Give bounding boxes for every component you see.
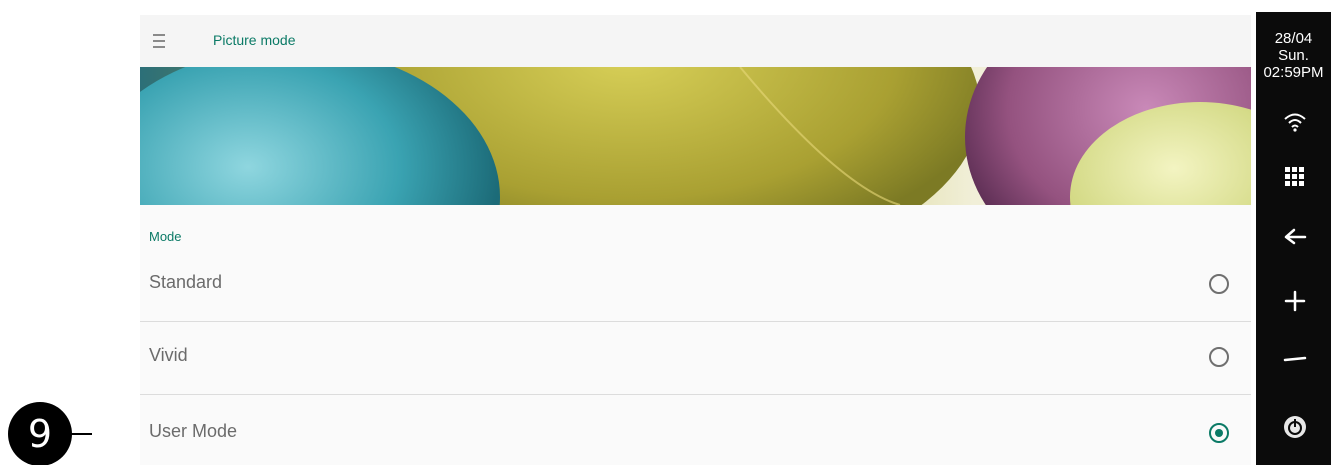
top-bar: Picture mode: [140, 15, 1251, 67]
radio-button-icon[interactable]: [1209, 347, 1229, 367]
mode-option-standard[interactable]: Standard: [140, 248, 1251, 322]
menu-icon[interactable]: [153, 34, 165, 48]
status-datetime: 28/04 Sun. 02:59PM: [1256, 30, 1331, 81]
status-date: 28/04: [1274, 30, 1313, 47]
status-time: 02:59PM: [1263, 64, 1324, 81]
mode-option-label: Standard: [149, 272, 223, 292]
callout-number: 9: [28, 412, 52, 456]
mode-option-label: User Mode: [149, 421, 238, 441]
mode-section-label: Mode: [149, 229, 182, 244]
back-icon[interactable]: [1282, 224, 1308, 250]
volume-down-icon[interactable]: [1282, 346, 1308, 372]
hero-image: [140, 67, 1251, 205]
page-title: Picture mode: [213, 32, 296, 48]
callout-marker: 9: [8, 402, 92, 465]
radio-button-selected-icon[interactable]: [1209, 423, 1229, 443]
power-icon[interactable]: [1282, 414, 1308, 440]
apps-icon[interactable]: [1282, 163, 1308, 189]
status-day: Sun.: [1278, 47, 1309, 64]
picture-mode-panel: Picture mode Mode Standard Vivid User Mo…: [140, 15, 1251, 465]
mode-option-label: Vivid: [149, 345, 188, 365]
radio-button-icon[interactable]: [1209, 274, 1229, 294]
mode-option-user-mode[interactable]: User Mode: [140, 397, 1251, 471]
divider: [140, 394, 1251, 395]
mode-option-vivid[interactable]: Vivid: [140, 321, 1251, 395]
system-sidebar: 28/04 Sun. 02:59PM: [1256, 12, 1331, 465]
wifi-icon[interactable]: [1282, 108, 1308, 134]
volume-up-icon[interactable]: [1282, 288, 1308, 314]
